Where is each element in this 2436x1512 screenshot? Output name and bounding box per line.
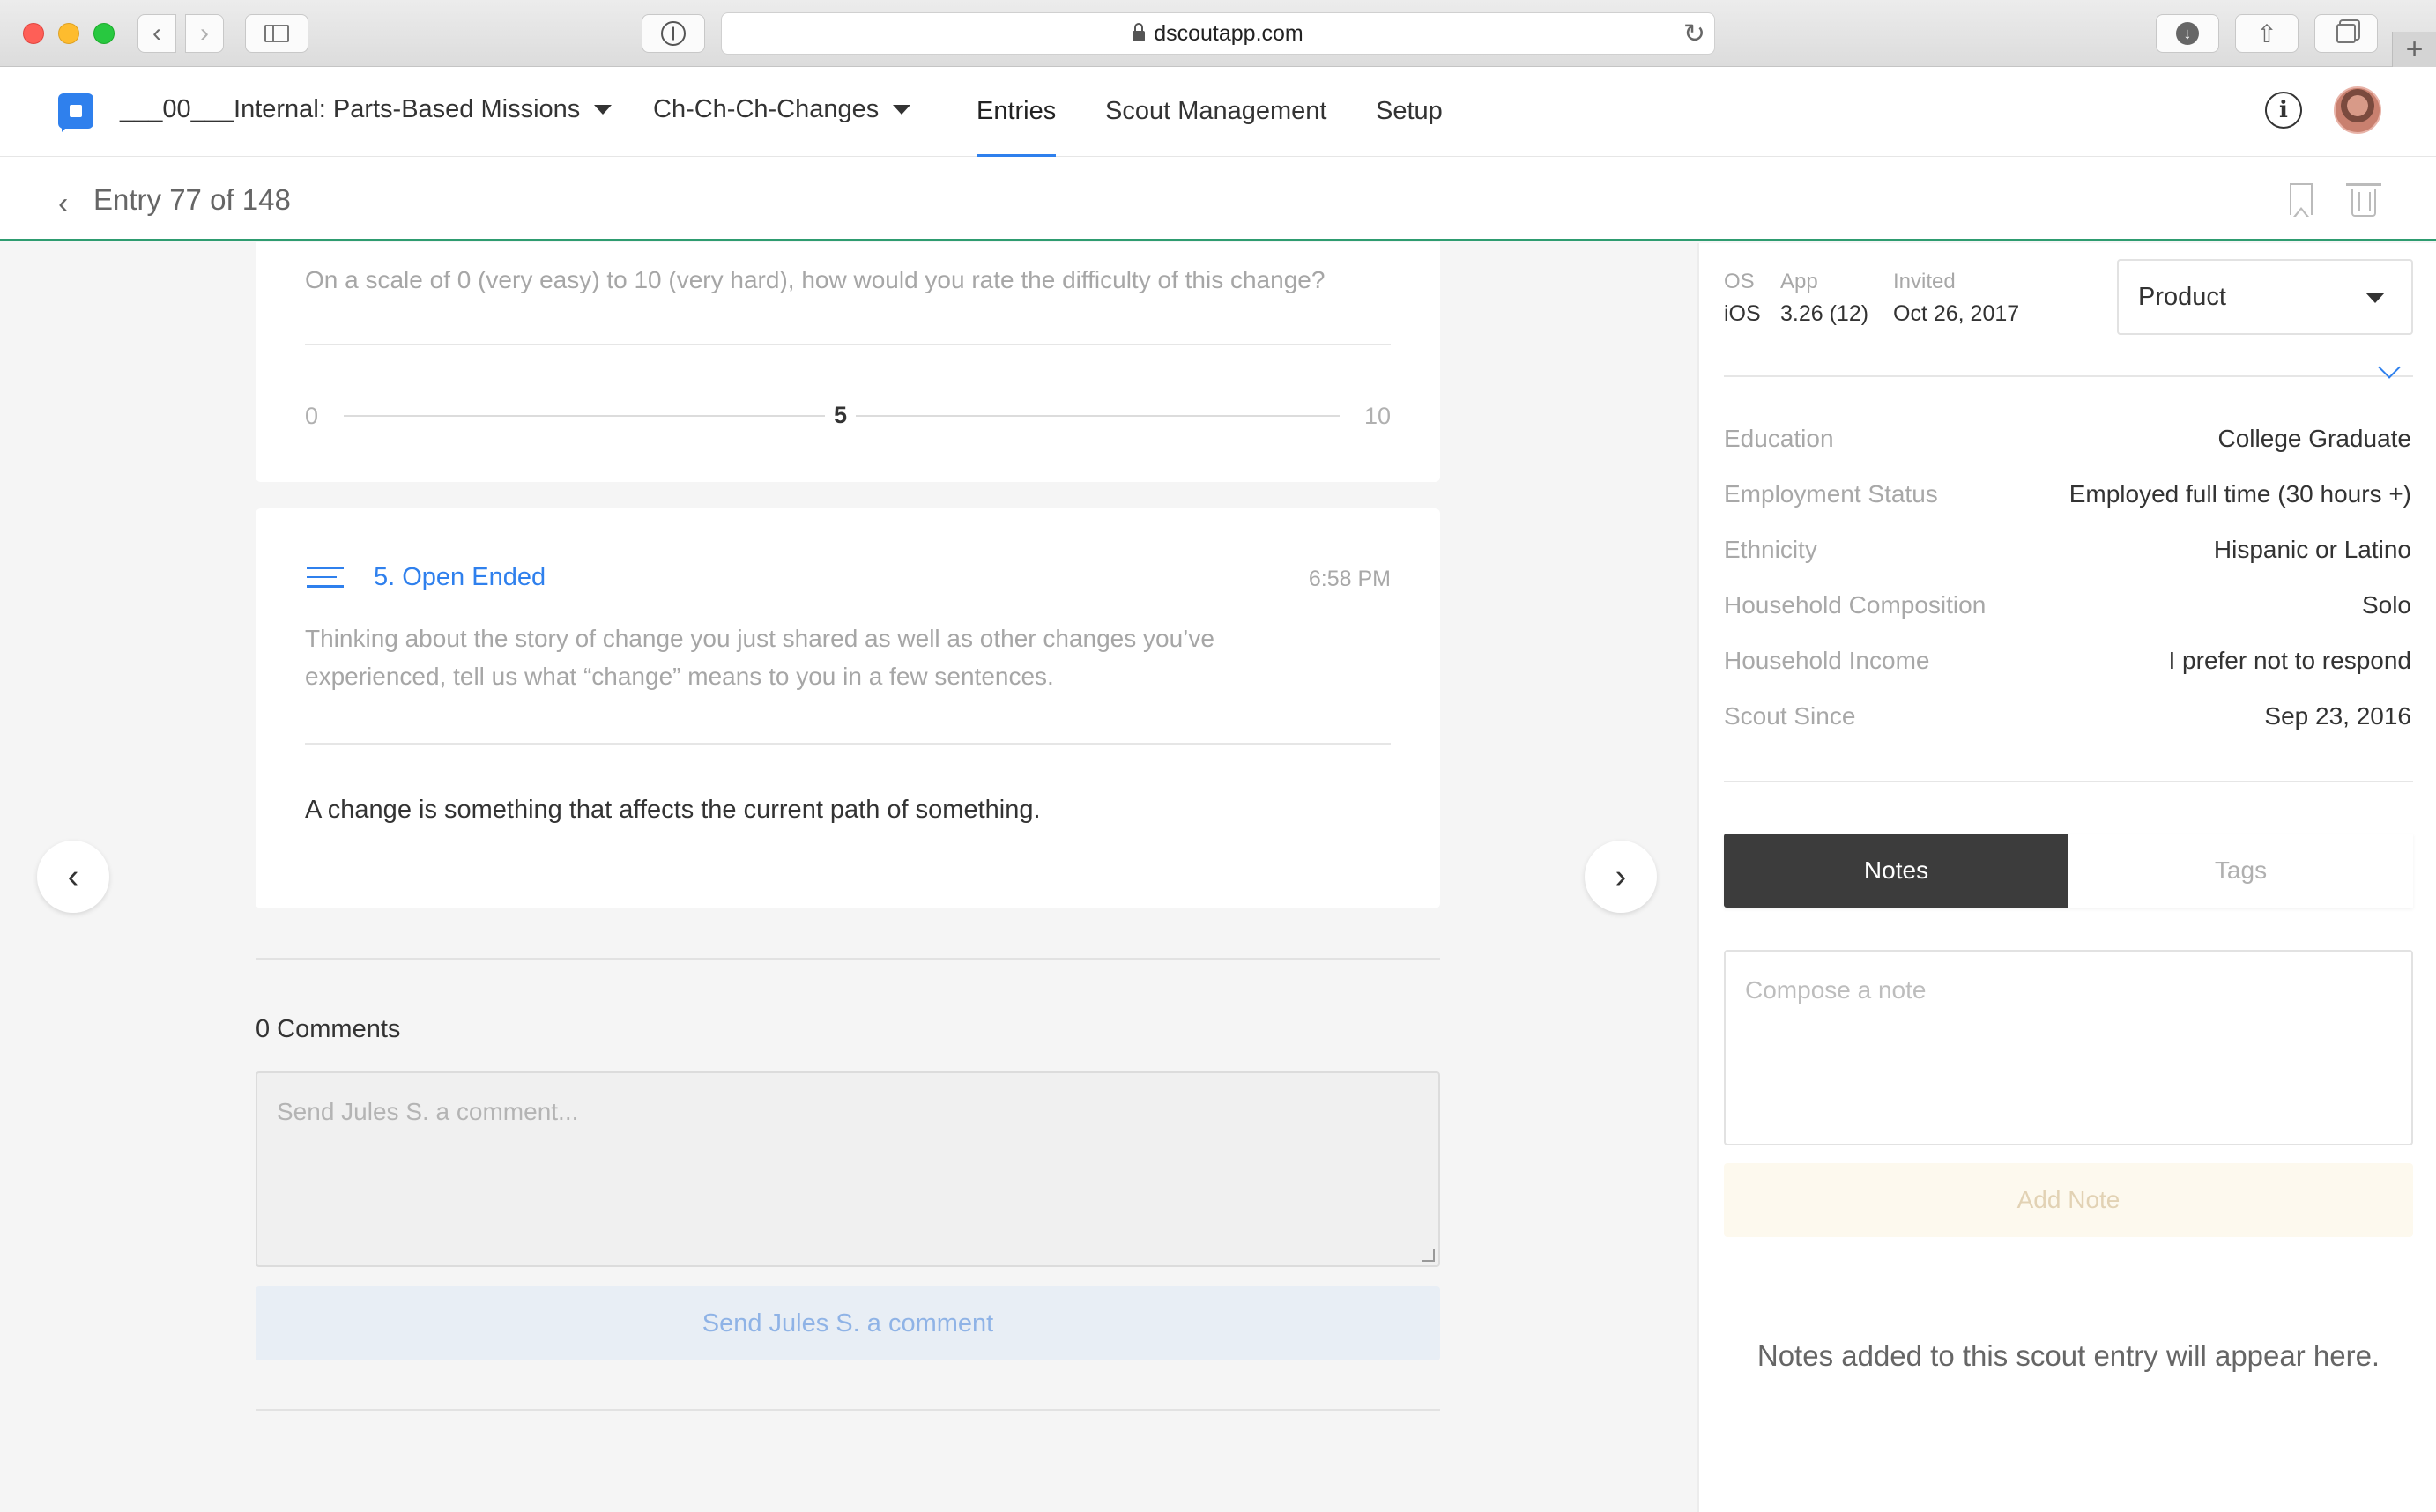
trash-icon[interactable] [2346,183,2381,217]
mission-dropdown-label: Ch-Ch-Ch-Changes [653,95,880,123]
browser-back-button[interactable]: ‹ [137,14,176,53]
attribute-value: Solo [2361,591,2411,619]
tab-tags[interactable]: Tags [2068,834,2413,908]
attribute-value: College Graduate [2217,425,2411,452]
attribute-label: Employment Status [1724,480,1938,508]
share-icon: ⇧ [2256,19,2277,48]
sidebar-icon [264,25,289,42]
caret-down-icon [893,105,911,115]
attribute-value: Hispanic or Latino [2213,536,2411,563]
chevron-right-icon: › [200,19,209,48]
os-label: OS [1724,270,1755,293]
attribute-label: Household Composition [1724,591,1987,619]
notes-empty-message: Notes added to this scout entry will app… [1756,1339,2380,1372]
new-tab-button[interactable]: + [2392,32,2436,67]
text-lines-icon [307,567,344,593]
notes-tags-tabs: Notes Tags [1724,834,2413,908]
back-chevron-icon[interactable]: ‹ [58,187,68,221]
caret-down-icon [2365,293,2385,303]
attribute-label: Scout Since [1724,702,1856,730]
comment-input[interactable] [256,1071,1440,1267]
reader-button[interactable]: | [642,14,705,53]
password-icon: | [661,21,686,46]
user-avatar[interactable] [2334,86,2381,134]
divider [256,1409,1440,1411]
chevron-left-icon: ‹ [67,857,79,895]
attribute-value: Employed full time (30 hours +) [2068,480,2411,508]
attribute-label: Household Income [1724,647,1930,674]
reload-icon[interactable]: ↻ [1683,19,1705,49]
os-value: iOS [1724,301,1761,326]
question-title: 5. Open Ended [374,563,546,591]
zoom-window-button[interactable] [93,23,115,44]
project-dropdown[interactable]: ___00___Internal: Parts-Based Missions [120,95,613,124]
nav-entries[interactable]: Entries [977,97,1056,126]
divider [256,958,1440,960]
tabs-overview-button[interactable] [2314,14,2378,53]
downloads-button[interactable]: ↓ [2156,14,2219,53]
invited-label: Invited [1893,270,1956,293]
dscout-logo-icon[interactable] [58,93,93,132]
divider [305,743,1391,745]
invited-value: Oct 26, 2017 [1893,301,2020,326]
attribute-label: Education [1724,425,1834,452]
tab-notes[interactable]: Notes [1724,834,2068,908]
app-header: ___00___Internal: Parts-Based Missions C… [0,67,2436,157]
add-note-button[interactable]: Add Note [1724,1163,2413,1237]
scale-value: 5 [825,402,857,429]
send-comment-button[interactable]: Send Jules S. a comment [256,1286,1440,1360]
download-icon: ↓ [2176,22,2199,45]
scout-details-panel: OS iOS App 3.26 (12) Invited Oct 26, 201… [1697,243,2436,1512]
browser-forward-button[interactable]: › [185,14,224,53]
previous-entry-button[interactable]: ‹ [37,841,109,913]
divider [1724,375,2413,377]
category-select-value: Product [2138,282,2226,311]
chevron-right-icon: › [1615,857,1627,895]
entry-title[interactable]: Entry 77 of 148 [93,183,291,217]
sidebar-toggle-button[interactable] [245,14,308,53]
attribute-value: I prefer not to respond [2168,647,2411,674]
attribute-label: Ethnicity [1724,536,1817,563]
app-value: 3.26 (12) [1780,301,1869,326]
share-button[interactable]: ⇧ [2235,14,2299,53]
chevron-left-icon: ‹ [152,19,161,48]
open-question-prompt: Thinking about the story of change you j… [305,625,1214,690]
minimize-window-button[interactable] [58,23,79,44]
question-time: 6:58 PM [1308,567,1391,591]
attribute-value: Sep 23, 2016 [2264,702,2411,730]
scale-question-card: On a scale of 0 (very easy) to 10 (very … [256,242,1440,482]
nav-scout-management[interactable]: Scout Management [1105,97,1326,126]
divider [1724,781,2413,782]
tabs-icon [2336,24,2356,43]
browser-toolbar: ‹ › | dscoutapp.com ↻ ↓ ⇧ + [0,0,2436,67]
url-text: dscoutapp.com [1154,20,1303,46]
info-icon[interactable]: i [2265,92,2302,129]
open-ended-question-card: 5. Open Ended 6:58 PM Thinking about the… [256,508,1440,908]
entry-header: ‹ Entry 77 of 148 [0,157,2436,241]
address-bar[interactable]: dscoutapp.com ↻ [721,12,1715,55]
scale-question-prompt: On a scale of 0 (very easy) to 10 (very … [305,266,1326,293]
bookmark-icon[interactable] [2290,183,2313,217]
nav-setup[interactable]: Setup [1376,97,1443,126]
next-entry-button[interactable]: › [1585,841,1657,913]
category-select[interactable]: Product [2117,259,2413,335]
project-dropdown-label: ___00___Internal: Parts-Based Missions [120,95,581,123]
compose-note-input[interactable] [1724,950,2413,1145]
divider [305,344,1391,345]
app-label: App [1780,270,1818,293]
plus-icon: + [2405,32,2424,66]
caret-down-icon [594,105,613,115]
close-window-button[interactable] [23,23,44,44]
scale-min-label: 0 [305,403,319,429]
resize-handle-icon[interactable] [1422,1249,1435,1262]
scale-max-label: 10 [1364,403,1392,429]
answer-text: A change is something that affects the c… [305,796,1041,824]
mission-dropdown[interactable]: Ch-Ch-Ch-Changes [653,95,911,124]
comments-count: 0 Comments [256,1015,401,1043]
lock-icon [1133,23,1146,41]
